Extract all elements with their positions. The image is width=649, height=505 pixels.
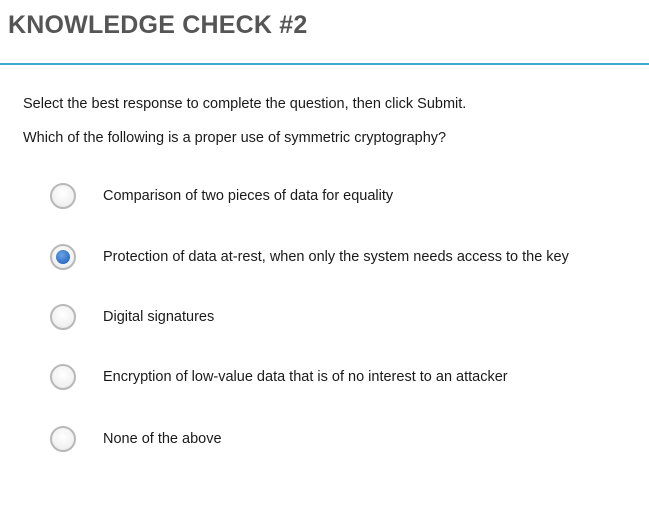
answer-option-label[interactable]: None of the above xyxy=(103,431,222,447)
radio-button-3[interactable] xyxy=(50,304,76,330)
answer-option-1[interactable]: Comparison of two pieces of data for equ… xyxy=(50,181,640,211)
answer-option-label[interactable]: Digital signatures xyxy=(103,309,214,325)
answer-option-4[interactable]: Encryption of low-value data that is of … xyxy=(50,362,640,392)
radio-button-5[interactable] xyxy=(50,426,76,452)
radio-selected-dot xyxy=(56,250,70,264)
instruction-text: Select the best response to complete the… xyxy=(23,96,467,112)
answer-option-label[interactable]: Protection of data at-rest, when only th… xyxy=(103,249,569,265)
radio-button-4[interactable] xyxy=(50,364,76,390)
answer-option-3[interactable]: Digital signatures xyxy=(50,302,640,332)
radio-button-1[interactable] xyxy=(50,183,76,209)
radio-button-2[interactable] xyxy=(50,244,76,270)
answer-option-label[interactable]: Encryption of low-value data that is of … xyxy=(103,369,508,385)
answer-option-5[interactable]: None of the above xyxy=(50,424,640,454)
question-text: Which of the following is a proper use o… xyxy=(23,130,447,146)
header-divider xyxy=(0,63,649,65)
answer-option-2[interactable]: Protection of data at-rest, when only th… xyxy=(50,242,640,272)
page-title: KNOWLEDGE CHECK #2 xyxy=(8,11,308,39)
answer-option-label[interactable]: Comparison of two pieces of data for equ… xyxy=(103,188,393,204)
